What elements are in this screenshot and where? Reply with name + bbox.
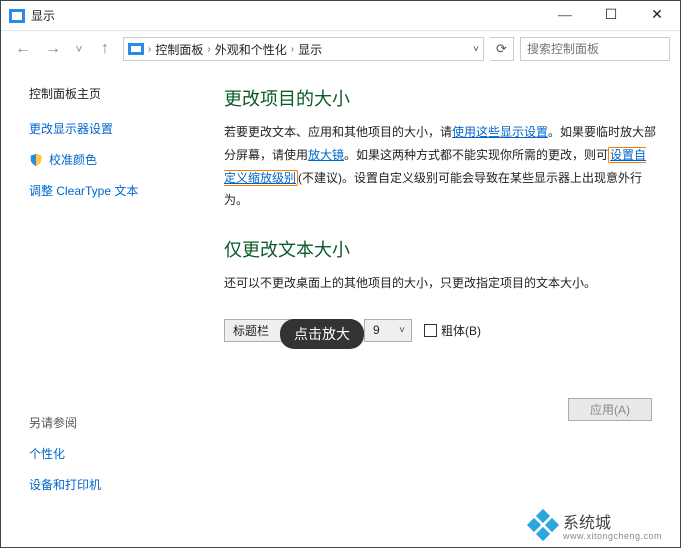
link-magnifier[interactable]: 放大镜 bbox=[308, 148, 344, 162]
breadcrumb-item[interactable]: 控制面板 bbox=[155, 41, 203, 58]
up-button[interactable]: ↑ bbox=[93, 37, 117, 61]
sidebar-home[interactable]: 控制面板主页 bbox=[29, 85, 196, 102]
maximize-button[interactable]: ☐ bbox=[588, 1, 634, 31]
content-area: 控制面板主页 更改显示器设置 校准颜色 调整 ClearType 文本 另请参阅… bbox=[1, 67, 680, 517]
paragraph-change-size: 若要更改文本、应用和其他项目的大小，请使用这些显示设置。如果要临时放大部分屏幕，… bbox=[224, 121, 658, 212]
sidebar: 控制面板主页 更改显示器设置 校准颜色 调整 ClearType 文本 另请参阅… bbox=[1, 67, 216, 517]
title-bar: 显示 — ☐ ✕ bbox=[1, 1, 680, 31]
forward-button[interactable]: → bbox=[41, 37, 65, 61]
shield-icon bbox=[29, 153, 43, 167]
watermark-brand: 系统城 bbox=[563, 515, 611, 532]
bold-label: 粗体(B) bbox=[441, 322, 481, 339]
watermark-logo-icon bbox=[529, 511, 557, 539]
watermark: 系统城 www.xitongcheng.com bbox=[529, 509, 662, 541]
chevron-down-icon: ˅ bbox=[399, 325, 405, 336]
sidebar-link-display-settings[interactable]: 更改显示器设置 bbox=[29, 120, 196, 137]
window-title: 显示 bbox=[31, 7, 55, 24]
search-box[interactable] bbox=[520, 37, 670, 61]
chevron-right-icon: › bbox=[148, 44, 151, 55]
item-select-value: 标题栏 bbox=[233, 322, 269, 339]
address-dropdown-icon[interactable]: ˅ bbox=[473, 44, 479, 55]
back-button[interactable]: ← bbox=[11, 37, 35, 61]
watermark-url: www.xitongcheng.com bbox=[563, 531, 662, 541]
chevron-right-icon: › bbox=[291, 44, 294, 55]
tooltip-click-enlarge: 点击放大 bbox=[280, 319, 364, 349]
fontsize-value: 9 bbox=[373, 323, 380, 337]
recent-dropdown[interactable]: ˅ bbox=[71, 37, 87, 61]
display-icon bbox=[128, 43, 144, 55]
checkbox-box bbox=[424, 324, 437, 337]
minimize-button[interactable]: — bbox=[542, 1, 588, 31]
paragraph-text-only: 还可以不更改桌面上的其他项目的大小，只更改指定项目的文本大小。 bbox=[224, 272, 658, 295]
display-app-icon bbox=[9, 9, 25, 23]
fontsize-select[interactable]: 9 ˅ bbox=[364, 319, 412, 342]
chevron-right-icon: › bbox=[207, 44, 210, 55]
refresh-button[interactable]: ⟳ bbox=[490, 37, 514, 61]
search-input[interactable] bbox=[527, 42, 663, 56]
see-also-header: 另请参阅 bbox=[29, 414, 196, 431]
sidebar-link-cleartype[interactable]: 调整 ClearType 文本 bbox=[29, 182, 196, 199]
sidebar-link-calibrate-color[interactable]: 校准颜色 bbox=[29, 151, 196, 168]
breadcrumb-item[interactable]: 显示 bbox=[298, 41, 322, 58]
window-controls: — ☐ ✕ bbox=[542, 1, 680, 31]
apply-button[interactable]: 应用(A) bbox=[568, 398, 652, 421]
main-panel: 更改项目的大小 若要更改文本、应用和其他项目的大小，请使用这些显示设置。如果要临… bbox=[216, 67, 680, 517]
bold-checkbox[interactable]: 粗体(B) bbox=[424, 322, 481, 339]
breadcrumb-item[interactable]: 外观和个性化 bbox=[215, 41, 287, 58]
heading-text-only: 仅更改文本大小 bbox=[224, 236, 658, 262]
nav-bar: ← → ˅ ↑ › 控制面板 › 外观和个性化 › 显示 ˅ ⟳ bbox=[1, 31, 680, 67]
see-also-personalization[interactable]: 个性化 bbox=[29, 445, 196, 462]
address-bar[interactable]: › 控制面板 › 外观和个性化 › 显示 ˅ bbox=[123, 37, 484, 61]
see-also-devices-printers[interactable]: 设备和打印机 bbox=[29, 476, 196, 493]
link-display-settings[interactable]: 使用这些显示设置 bbox=[452, 125, 548, 139]
close-button[interactable]: ✕ bbox=[634, 1, 680, 31]
heading-change-size: 更改项目的大小 bbox=[224, 85, 658, 111]
